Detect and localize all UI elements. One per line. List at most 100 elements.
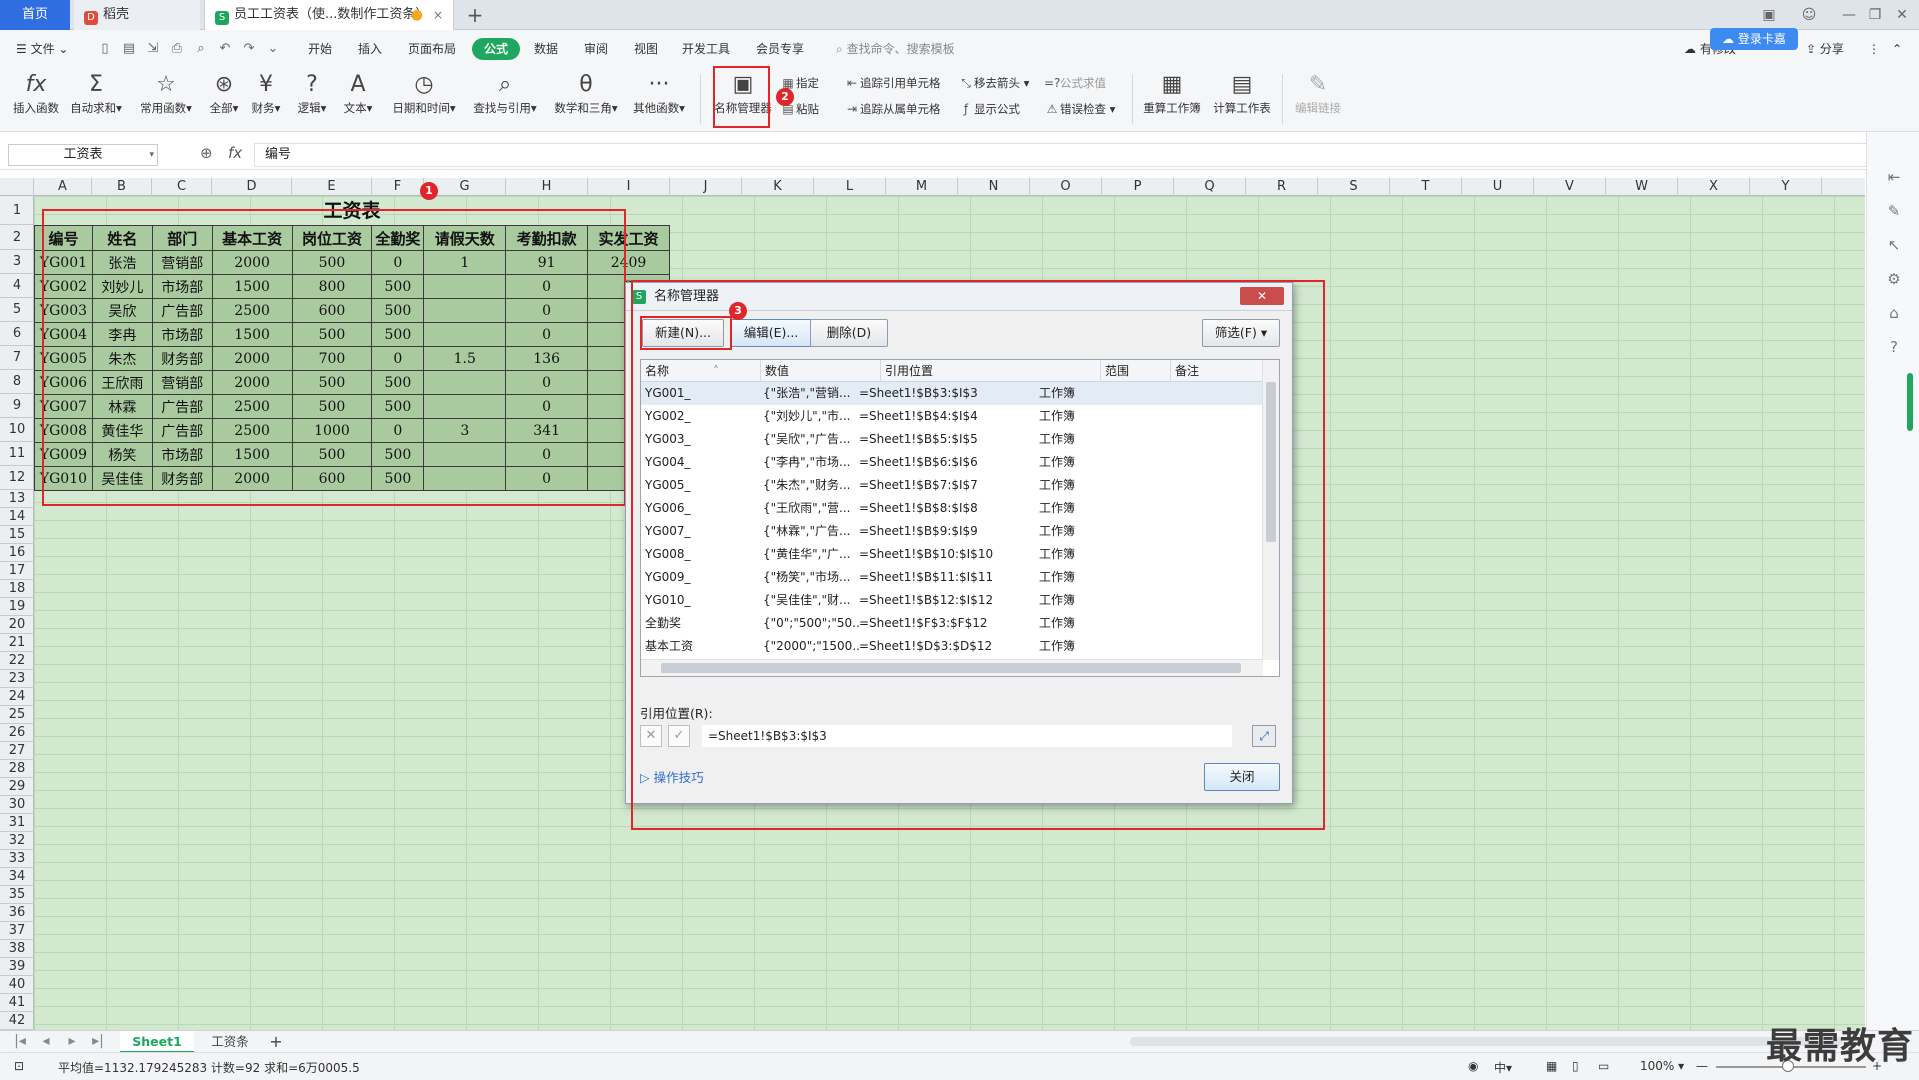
table-cell[interactable]: 0 (371, 418, 425, 443)
names-list-vscroll[interactable] (1262, 360, 1279, 660)
table-cell[interactable]: YG010 (34, 466, 93, 491)
trace-dependents-button[interactable]: ⇥ 追踪从属单元格 (844, 98, 941, 120)
row-header-27[interactable]: 27 (0, 742, 34, 760)
row-header-4[interactable]: 4 (0, 274, 34, 298)
menu-page-layout[interactable]: 页面布局 (402, 38, 462, 60)
row-header-14[interactable]: 14 (0, 508, 34, 526)
list-item[interactable]: YG007_ {"林霖","广告... =Sheet1!$B$9:$I$9 工作簿 (641, 520, 1263, 543)
save-icon[interactable]: ▤ (120, 40, 138, 58)
refers-to-input[interactable]: =Sheet1!$B$3:$I$3 (702, 725, 1232, 747)
dialog-close-button[interactable]: 关闭 (1204, 763, 1280, 791)
horizontal-scrollbar[interactable] (1130, 1037, 1842, 1046)
row-header-24[interactable]: 24 (0, 688, 34, 706)
row-header-35[interactable]: 35 (0, 886, 34, 904)
row-header-29[interactable]: 29 (0, 778, 34, 796)
menu-insert[interactable]: 插入 (352, 38, 388, 60)
error-check-button[interactable]: ⚠ 错误检查 ▾ (1044, 98, 1116, 120)
column-header-e[interactable]: E (292, 178, 372, 196)
column-header-a[interactable]: A (34, 178, 92, 196)
column-header-w[interactable]: W (1606, 178, 1678, 196)
table-cell[interactable] (423, 298, 507, 323)
salary-table[interactable]: 编号 姓名 部门 基本工资 岗位工资 全勤奖 请假天数 考勤扣款 实发工资 YG001 张浩 营销部 2… (34, 225, 670, 491)
list-item[interactable]: YG006_ {"王欣雨","营... =Sheet1!$B$8:$I$8 工作簿 (641, 497, 1263, 520)
zoom-search-icon[interactable]: ⊕ (200, 144, 213, 162)
prev-sheet-icon[interactable]: ◂ (36, 1033, 56, 1049)
scroll-indicator[interactable] (1907, 373, 1913, 431)
table-cell[interactable]: 1500 (211, 442, 293, 467)
eye-protection-icon[interactable]: ◉ (1468, 1059, 1478, 1073)
row-header-2[interactable]: 2 (0, 225, 34, 250)
common-function-button[interactable]: ☆ 常用函数▾ (136, 70, 196, 128)
table-cell[interactable] (423, 370, 507, 395)
table-cell[interactable]: 2500 (211, 298, 293, 323)
row-header-41[interactable]: 41 (0, 994, 34, 1012)
name-box-dropdown-icon[interactable]: ▾ (149, 145, 154, 165)
row-header-3[interactable]: 3 (0, 250, 34, 274)
table-cell[interactable]: 600 (291, 298, 373, 323)
insert-function-button[interactable]: fx 插入函数 (8, 70, 64, 128)
hscroll-thumb[interactable] (661, 663, 1241, 673)
table-cell[interactable]: YG002 (34, 274, 93, 299)
autosum-button[interactable]: Σ 自动求和▾ (68, 70, 124, 128)
table-cell[interactable]: 341 (505, 418, 589, 443)
tips-link[interactable]: ▷ 操作技巧 (640, 767, 704, 786)
first-sheet-icon[interactable]: |◂ (10, 1033, 30, 1049)
delete-name-button[interactable]: 删除(D) (810, 319, 888, 347)
names-list-hscroll[interactable] (641, 659, 1263, 676)
header-cell[interactable]: 岗位工资 (291, 225, 373, 251)
row-header-23[interactable]: 23 (0, 670, 34, 688)
edit-name-button[interactable]: 编辑(E)... (730, 319, 812, 347)
column-header-d[interactable]: D (212, 178, 292, 196)
header-cell[interactable]: 实发工资 (587, 225, 670, 251)
list-item[interactable]: YG008_ {"黄佳华","广... =Sheet1!$B$10:$I$10 工作簿 (641, 543, 1263, 566)
confirm-ref-icon[interactable]: ✓ (668, 725, 690, 747)
table-cell[interactable]: 朱杰 (91, 346, 153, 371)
header-cell[interactable]: 基本工资 (211, 225, 293, 251)
list-item[interactable]: YG005_ {"朱杰","财务... =Sheet1!$B$7:$I$7 工作簿 (641, 474, 1263, 497)
table-cell[interactable]: 500 (371, 298, 425, 323)
table-cell[interactable]: 吴佳佳 (91, 466, 153, 491)
table-cell[interactable] (423, 466, 507, 491)
pen-icon[interactable]: ✎ (1884, 202, 1904, 220)
table-cell[interactable]: 2000 (211, 370, 293, 395)
row-header-1[interactable]: 1 (0, 196, 34, 225)
sheet-tab-payslip[interactable]: 工资条 (198, 1031, 262, 1053)
undo-icon[interactable]: ↶ (216, 40, 234, 58)
row-header-26[interactable]: 26 (0, 724, 34, 742)
table-cell[interactable] (423, 394, 507, 419)
last-sheet-icon[interactable]: ▸| (88, 1033, 108, 1049)
settings-slider-icon[interactable]: ⚙ (1884, 270, 1904, 288)
next-sheet-icon[interactable]: ▸ (62, 1033, 82, 1049)
table-cell[interactable]: YG005 (34, 346, 93, 371)
table-cell[interactable]: YG004 (34, 322, 93, 347)
table-cell[interactable]: 市场部 (151, 274, 213, 299)
preview-icon[interactable]: ⌕ (192, 40, 210, 58)
customize-icon[interactable]: ⌄ (264, 40, 282, 58)
page-break-view-icon[interactable]: ▭ (1598, 1059, 1609, 1073)
row-header-18[interactable]: 18 (0, 580, 34, 598)
column-header-q[interactable]: Q (1174, 178, 1246, 196)
row-header-30[interactable]: 30 (0, 796, 34, 814)
menu-data[interactable]: 数据 (528, 38, 564, 60)
table-cell[interactable]: YG001 (34, 250, 93, 275)
table-cell[interactable]: 市场部 (151, 322, 213, 347)
table-cell[interactable]: 500 (371, 394, 425, 419)
row-header-36[interactable]: 36 (0, 904, 34, 922)
row-header-13[interactable]: 13 (0, 490, 34, 508)
table-cell[interactable]: 500 (371, 274, 425, 299)
list-item[interactable]: 基本工资 {"2000";"1500... =Sheet1!$D$3:$D$12 工作… (641, 635, 1263, 658)
evaluate-formula-button[interactable]: =?公式求值 (1044, 72, 1106, 94)
row-header-6[interactable]: 6 (0, 322, 34, 346)
range-picker-icon[interactable]: ⤢ (1252, 725, 1276, 747)
new-doc-icon[interactable]: ▯ (96, 40, 114, 58)
column-header-i[interactable]: I (588, 178, 670, 196)
list-item[interactable]: YG010_ {"吴佳佳","财... =Sheet1!$B$12:$I$12 工作簿 (641, 589, 1263, 612)
name-box[interactable]: 工资表 ▾ (8, 144, 158, 166)
table-cell[interactable]: 0 (505, 274, 589, 299)
row-header-5[interactable]: 5 (0, 298, 34, 322)
sheet-tab-sheet1[interactable]: Sheet1 (120, 1031, 194, 1053)
column-header-m[interactable]: M (886, 178, 958, 196)
table-cell[interactable]: 500 (291, 250, 373, 275)
edit-links-button[interactable]: ✎ 编辑链接 (1290, 70, 1346, 128)
menu-developer[interactable]: 开发工具 (676, 38, 736, 60)
